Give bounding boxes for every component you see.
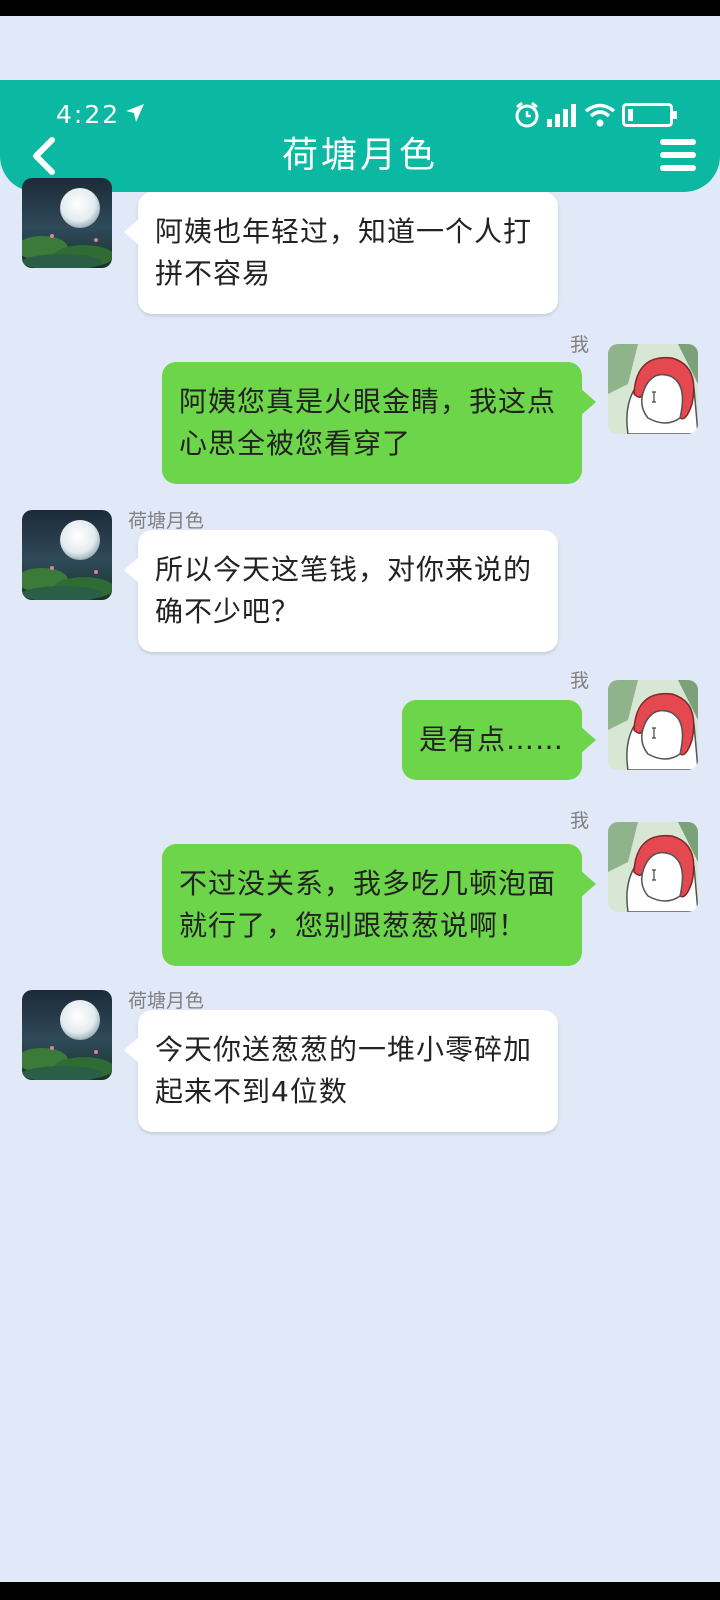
moon-lotus-avatar-image: [22, 510, 112, 600]
chat-title: 荷塘月色: [281, 135, 438, 176]
contact-avatar[interactable]: [22, 178, 112, 268]
moon-lotus-avatar-image: [22, 990, 112, 1080]
status-time: 4:22: [56, 100, 121, 129]
message-bubble-received[interactable]: 今天你送葱葱的一堆小零碎加起来不到4位数: [124, 1010, 558, 1132]
sender-name: 我: [570, 334, 590, 356]
battery-icon: [622, 103, 677, 127]
cartoon-avatar-image: [608, 344, 698, 434]
system-top-bar: [0, 0, 720, 16]
cartoon-avatar-image: [608, 680, 698, 770]
signal-icon: [547, 104, 576, 127]
system-bottom-bar: [0, 1582, 720, 1600]
sender-name: 我: [570, 810, 590, 832]
contact-avatar[interactable]: [22, 510, 112, 600]
sender-name: 荷塘月色: [128, 510, 205, 532]
moon-lotus-avatar-image: [22, 178, 112, 268]
message-bubble-sent[interactable]: 不过没关系，我多吃几顿泡面就行了，您别跟葱葱说啊！: [162, 844, 596, 966]
menu-button[interactable]: [658, 136, 698, 174]
message-bubble-sent[interactable]: 阿姨您真是火眼金睛，我这点心思全被您看穿了: [162, 362, 596, 484]
message-bubble-sent[interactable]: 是有点……: [402, 700, 596, 780]
wifi-icon: [584, 103, 616, 127]
location-arrow-icon: [126, 104, 144, 122]
sender-name: 荷塘月色: [128, 990, 205, 1012]
message-bubble-received[interactable]: 阿姨也年轻过，知道一个人打拼不容易: [124, 192, 558, 314]
chat-header: 4:22 荷塘月色: [0, 80, 720, 192]
my-avatar[interactable]: [608, 680, 698, 770]
cartoon-avatar-image: [608, 822, 698, 912]
contact-avatar[interactable]: [22, 990, 112, 1080]
alarm-icon: [515, 101, 539, 128]
message-bubble-received[interactable]: 所以今天这笔钱，对你来说的确不少吧？: [124, 530, 558, 652]
my-avatar[interactable]: [608, 344, 698, 434]
sender-name: 我: [570, 670, 590, 692]
my-avatar[interactable]: [608, 822, 698, 912]
